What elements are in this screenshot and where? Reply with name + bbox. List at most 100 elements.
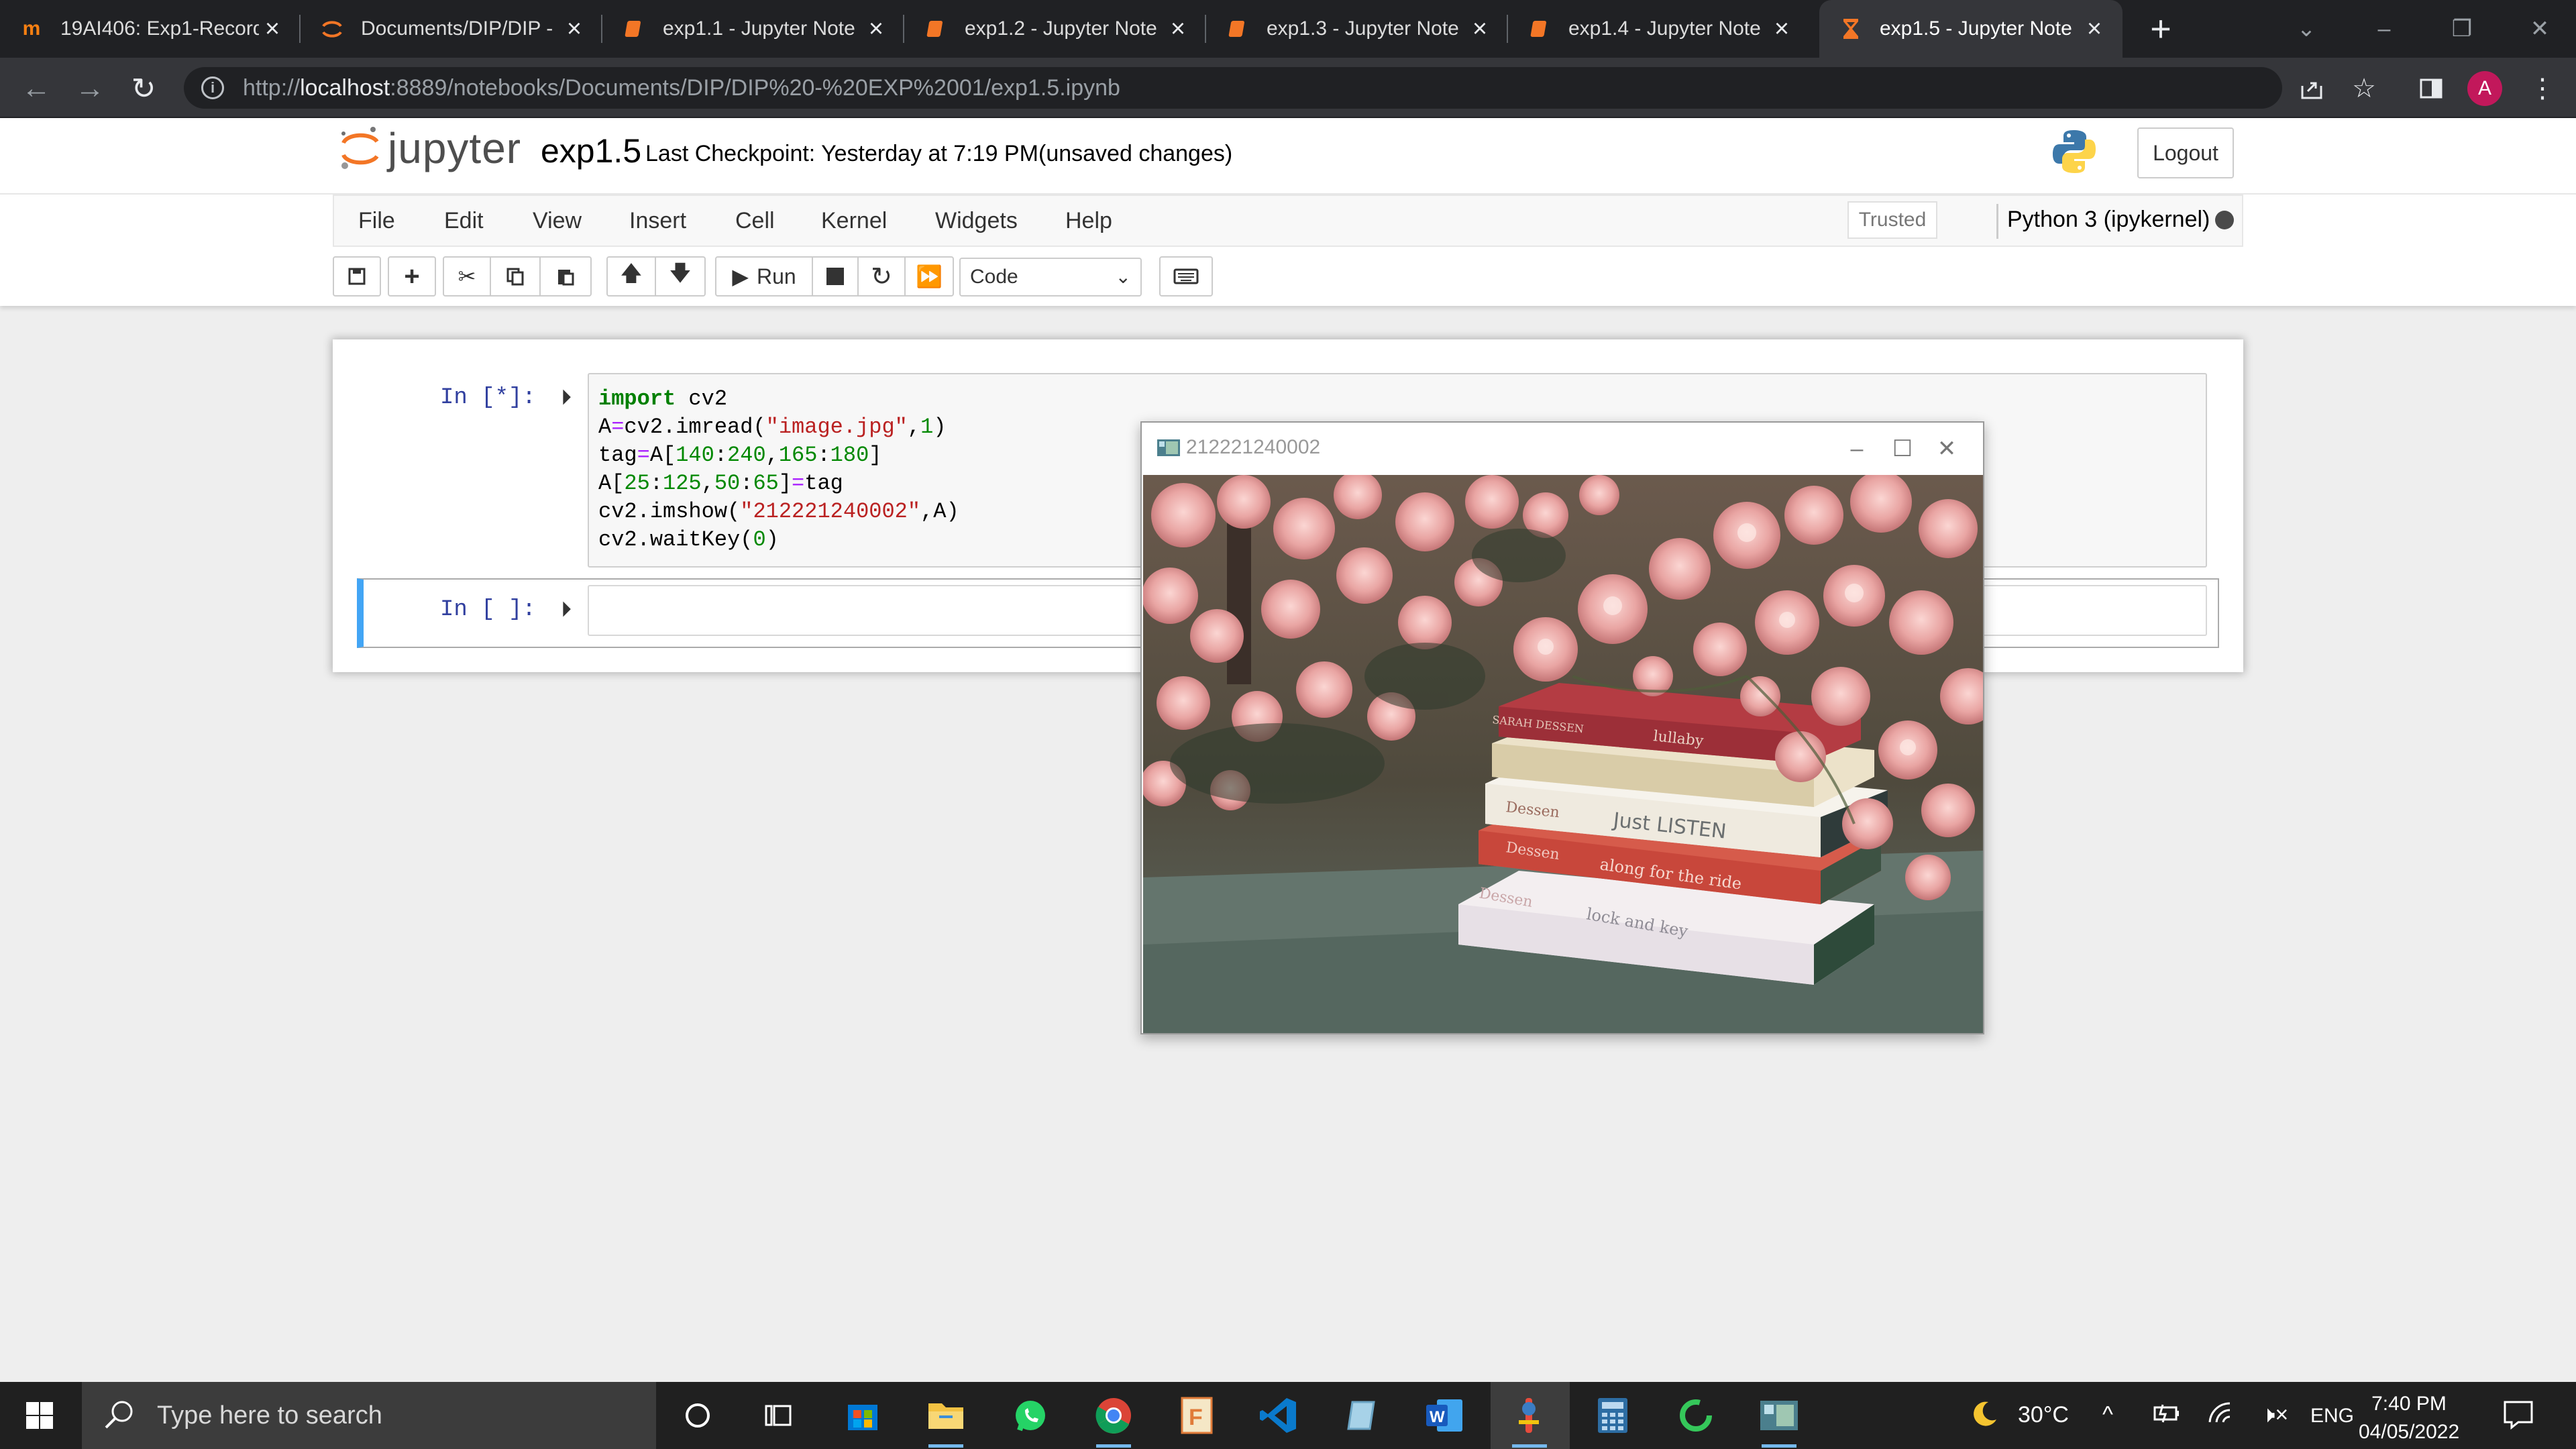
keyboard-group (1159, 256, 1213, 297)
notebook-icon (1226, 17, 1249, 40)
cut-button[interactable]: ✂ (444, 258, 491, 295)
menu-cell[interactable]: Cell (735, 208, 775, 234)
kernel-name[interactable]: Python 3 (ipykernel) (2007, 207, 2210, 233)
notifications-icon[interactable] (2502, 1398, 2534, 1436)
document-app-icon[interactable]: F (1173, 1391, 1221, 1440)
menu-insert[interactable]: Insert (629, 208, 686, 234)
address-bar[interactable]: i http://localhost:8889/notebooks/Docume… (184, 67, 2282, 109)
wifi-icon[interactable] (2207, 1402, 2237, 1431)
code-line-5: cv2.imshow("212221240002",A) (598, 499, 959, 524)
close-icon[interactable]: × (1165, 15, 1191, 43)
menu-file[interactable]: File (358, 208, 395, 234)
scissors-icon: ✂ (458, 264, 476, 288)
side-panel-icon[interactable] (2412, 70, 2450, 107)
reload-icon[interactable]: ↻ (125, 70, 162, 107)
copy-icon (506, 268, 524, 286)
speaker-muted-icon[interactable]: 🕨× (2261, 1402, 2288, 1428)
close-icon[interactable]: × (1466, 15, 1493, 43)
svg-text:W: W (1430, 1408, 1445, 1426)
close-icon[interactable]: × (561, 15, 588, 43)
battery-icon[interactable] (2152, 1402, 2182, 1431)
profile-avatar[interactable]: A (2467, 71, 2502, 106)
close-icon[interactable]: × (2081, 15, 2108, 43)
close-icon[interactable]: × (863, 15, 890, 43)
tab-moodle[interactable]: m 19AI406: Exp1-Record × (0, 0, 301, 58)
language-indicator[interactable]: ENG (2310, 1405, 2354, 1428)
tab-exp1-3[interactable]: exp1.3 - Jupyter Note × (1206, 0, 1508, 58)
task-view-icon[interactable] (754, 1391, 802, 1440)
notes-app-icon[interactable] (1338, 1391, 1386, 1440)
save-icon (348, 268, 366, 285)
tab-search-icon[interactable]: ⌄ (2267, 0, 2345, 58)
trusted-badge[interactable]: Trusted (1847, 201, 1937, 239)
cell-type-select[interactable]: Code ⌄ (959, 258, 1142, 297)
file-explorer-icon[interactable] (922, 1391, 970, 1448)
logout-button[interactable]: Logout (2137, 127, 2234, 178)
paste-button[interactable] (541, 258, 590, 295)
move-up-button[interactable]: 🡅 (608, 258, 656, 295)
system-clock[interactable]: 7:40 PM 04/05/2022 (2359, 1390, 2459, 1446)
tab-exp1-1[interactable]: exp1.1 - Jupyter Note × (602, 0, 904, 58)
menu-edit[interactable]: Edit (444, 208, 484, 234)
move-down-button[interactable]: 🡇 (656, 258, 704, 295)
new-tab-button[interactable]: + (2144, 9, 2178, 49)
save-button[interactable] (334, 258, 380, 295)
whatsapp-icon[interactable] (1006, 1391, 1055, 1440)
calculator-icon[interactable] (1589, 1391, 1637, 1440)
url-text[interactable]: http://localhost:8889/notebooks/Document… (243, 75, 1120, 101)
menu-help[interactable]: Help (1065, 208, 1112, 234)
menu-kebab-icon[interactable]: ⋮ (2524, 70, 2561, 107)
bookmark-star-icon[interactable]: ☆ (2345, 70, 2383, 107)
cortana-icon[interactable] (674, 1391, 722, 1440)
close-icon[interactable]: ✕ (1927, 432, 1967, 466)
weather-temperature[interactable]: 30°C (2018, 1402, 2069, 1428)
browser-tab-strip: m 19AI406: Exp1-Record × Documents/DIP/D… (0, 0, 2576, 58)
back-icon[interactable]: ← (17, 70, 55, 107)
python-app-icon[interactable] (1505, 1391, 1554, 1448)
tab-exp1-2[interactable]: exp1.2 - Jupyter Note × (904, 0, 1206, 58)
command-palette-button[interactable] (1161, 258, 1212, 295)
start-button[interactable] (0, 1382, 79, 1449)
tab-documents[interactable]: Documents/DIP/DIP - × (301, 0, 602, 58)
insert-cell-button[interactable]: + (389, 258, 435, 295)
restart-run-all-button[interactable]: ⏩ (906, 258, 953, 295)
image-viewer-icon[interactable] (1755, 1391, 1803, 1448)
menu-view[interactable]: View (533, 208, 582, 234)
close-icon[interactable]: × (259, 15, 286, 43)
run-cell-icon[interactable]: ⏵ (561, 385, 572, 411)
minimize-icon[interactable]: – (2345, 0, 2423, 58)
vscode-icon[interactable] (1254, 1391, 1303, 1440)
microsoft-store-icon[interactable] (839, 1391, 887, 1440)
copy-button[interactable] (491, 258, 541, 295)
run-cell-icon[interactable]: ⏵ (561, 597, 572, 623)
checkpoint-status: Last Checkpoint: Yesterday at 7:19 PM (645, 141, 1038, 166)
close-window-icon[interactable]: ✕ (2501, 0, 2576, 58)
menu-widgets[interactable]: Widgets (935, 208, 1018, 234)
restore-icon[interactable]: ❐ (2423, 0, 2501, 58)
word-icon[interactable]: W (1421, 1391, 1469, 1440)
share-icon[interactable] (2293, 70, 2330, 107)
info-icon[interactable]: i (201, 76, 224, 99)
notebook-title[interactable]: exp1.5 (541, 131, 641, 170)
windows-logo-icon (26, 1402, 53, 1429)
loading-app-icon[interactable] (1672, 1391, 1720, 1440)
forward-icon[interactable]: → (71, 70, 109, 107)
close-icon[interactable]: × (1768, 15, 1795, 43)
opencv-image-window[interactable]: 212221240002 – ☐ ✕ SARAH DESSEN lullaby … (1140, 421, 1984, 1034)
tab-exp1-5[interactable]: exp1.5 - Jupyter Note × (1819, 0, 2123, 58)
window-titlebar[interactable]: 212221240002 – ☐ ✕ (1142, 423, 1983, 475)
tab-exp1-4[interactable]: exp1.4 - Jupyter Note × (1508, 0, 1810, 58)
jupyter-logo[interactable]: jupyter (338, 123, 521, 173)
interrupt-button[interactable] (813, 258, 859, 295)
maximize-icon[interactable]: ☐ (1882, 432, 1923, 466)
run-button[interactable]: ▶ Run (716, 258, 813, 295)
weather-moon-icon[interactable] (1968, 1398, 2000, 1436)
menu-kernel[interactable]: Kernel (821, 208, 887, 234)
chevron-up-icon[interactable]: ^ (2102, 1402, 2113, 1428)
taskbar-search-box[interactable]: Type here to search (82, 1382, 656, 1449)
minimize-icon[interactable]: – (1837, 432, 1877, 466)
python-logo-icon (2053, 130, 2096, 173)
restart-button[interactable]: ↻ (859, 258, 906, 295)
kernel-separator (1996, 204, 1998, 239)
chrome-icon[interactable] (1089, 1391, 1138, 1448)
